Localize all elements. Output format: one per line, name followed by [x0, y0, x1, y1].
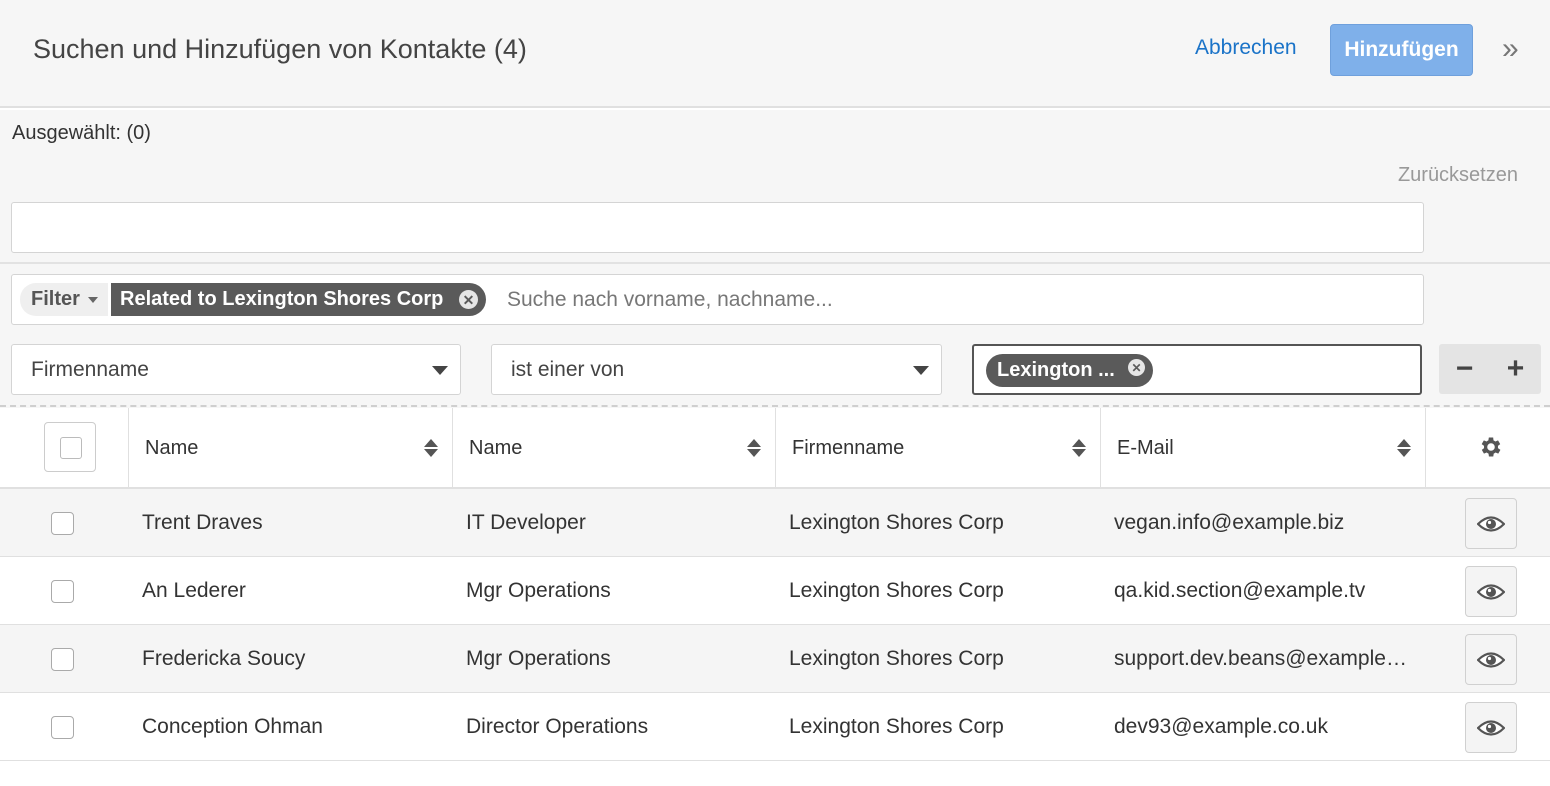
filter-area: Filter Related to Lexington Shores Corp … — [0, 264, 1550, 408]
selected-count: Ausgewählt: (0) — [12, 122, 151, 144]
cell-title[interactable]: Director Operations — [466, 715, 766, 739]
table-row[interactable]: An Lederer Mgr Operations Lexington Shor… — [0, 557, 1550, 625]
dropdown-arrow-icon — [432, 366, 448, 375]
close-icon[interactable]: ✕ — [459, 290, 478, 309]
field-select[interactable]: Firmenname — [11, 344, 461, 395]
filter-row-controls: − + — [1439, 344, 1541, 394]
cell-email[interactable]: support.dev.beans@example.com — [1114, 647, 1409, 671]
eye-icon — [1477, 583, 1505, 600]
filter-dropdown-button[interactable]: Filter — [20, 283, 108, 316]
cell-company[interactable]: Lexington Shores Corp — [789, 511, 1089, 535]
table-row[interactable]: Conception Ohman Director Operations Lex… — [0, 693, 1550, 761]
cell-email[interactable]: vegan.info@example.biz — [1114, 511, 1409, 535]
search-input[interactable] — [507, 283, 1407, 316]
operator-select-value: ist einer von — [511, 357, 625, 381]
column-header-label: Name — [145, 436, 199, 459]
select-all-checkbox[interactable] — [44, 422, 96, 472]
cell-name[interactable]: An Lederer — [142, 579, 442, 603]
value-chip: Lexington ... ✕ — [986, 354, 1153, 387]
sort-icon[interactable] — [747, 439, 761, 457]
cell-email[interactable]: dev93@example.co.uk — [1114, 715, 1409, 739]
cell-company[interactable]: Lexington Shores Corp — [789, 647, 1089, 671]
preview-button[interactable] — [1465, 702, 1517, 753]
selection-panel: Ausgewählt: (0) Zurücksetzen — [0, 110, 1550, 264]
cell-name[interactable]: Fredericka Soucy — [142, 647, 442, 671]
sort-icon[interactable] — [424, 439, 438, 457]
add-button[interactable]: Hinzufügen — [1330, 24, 1473, 76]
cell-title[interactable]: Mgr Operations — [466, 579, 766, 603]
table-row[interactable]: Fredericka Soucy Mgr Operations Lexingto… — [0, 625, 1550, 693]
related-filter-chip: Related to Lexington Shores Corp ✕ — [111, 283, 486, 316]
expand-icon[interactable]: » — [1502, 34, 1519, 64]
row-checkbox[interactable] — [51, 512, 74, 535]
cell-title[interactable]: IT Developer — [466, 511, 766, 535]
dialog-header: Suchen und Hinzufügen von Kontakte (4) A… — [0, 0, 1550, 108]
caret-down-icon — [87, 296, 98, 303]
cell-email[interactable]: qa.kid.section@example.tv — [1114, 579, 1409, 603]
remove-filter-button[interactable]: − — [1439, 344, 1490, 394]
cancel-button[interactable]: Abbrechen — [1195, 36, 1297, 60]
value-chip-label: Lexington ... — [997, 359, 1115, 381]
cell-company[interactable]: Lexington Shores Corp — [789, 579, 1089, 603]
filter-bar: Filter Related to Lexington Shores Corp … — [11, 274, 1424, 325]
table-row[interactable]: Trent Draves IT Developer Lexington Shor… — [0, 489, 1550, 557]
cell-name[interactable]: Trent Draves — [142, 511, 442, 535]
column-header-company[interactable]: Firmenname — [775, 408, 1100, 488]
filter-value-input[interactable]: Lexington ... ✕ — [972, 344, 1422, 395]
chip-label: Related to Lexington Shores Corp — [120, 288, 444, 310]
row-checkbox[interactable] — [51, 580, 74, 603]
dialog-title: Suchen und Hinzufügen von Kontakte (4) — [33, 34, 527, 64]
column-header-label: E-Mail — [1117, 436, 1174, 459]
selected-items-box[interactable] — [11, 202, 1424, 253]
operator-select[interactable]: ist einer von — [491, 344, 942, 395]
preview-button[interactable] — [1465, 634, 1517, 685]
table-header: Name Name Firmenname E-Mail — [0, 408, 1550, 489]
row-checkbox[interactable] — [51, 648, 74, 671]
add-filter-button[interactable]: + — [1490, 344, 1541, 394]
column-header-label: Firmenname — [792, 436, 905, 459]
cell-title[interactable]: Mgr Operations — [466, 647, 766, 671]
column-header-email[interactable]: E-Mail — [1100, 408, 1425, 488]
column-header-title[interactable]: Name — [452, 408, 775, 488]
cell-name[interactable]: Conception Ohman — [142, 715, 442, 739]
eye-icon — [1477, 515, 1505, 532]
column-header-name[interactable]: Name — [128, 408, 452, 488]
preview-button[interactable] — [1465, 498, 1517, 549]
sort-icon[interactable] — [1072, 439, 1086, 457]
row-checkbox[interactable] — [51, 716, 74, 739]
cell-company[interactable]: Lexington Shores Corp — [789, 715, 1089, 739]
close-icon[interactable]: ✕ — [1128, 359, 1145, 376]
eye-icon — [1477, 719, 1505, 736]
eye-icon — [1477, 651, 1505, 668]
contacts-table: Name Name Firmenname E-Mail Trent Draves… — [0, 408, 1550, 761]
filter-label: Filter — [31, 288, 80, 310]
preview-button[interactable] — [1465, 566, 1517, 617]
dropdown-arrow-icon — [913, 366, 929, 375]
column-header-label: Name — [469, 436, 523, 459]
sort-icon[interactable] — [1397, 439, 1411, 457]
gear-icon[interactable] — [1478, 434, 1504, 460]
reset-button[interactable]: Zurücksetzen — [1398, 164, 1518, 187]
divider — [0, 405, 1550, 407]
field-select-value: Firmenname — [31, 357, 149, 381]
